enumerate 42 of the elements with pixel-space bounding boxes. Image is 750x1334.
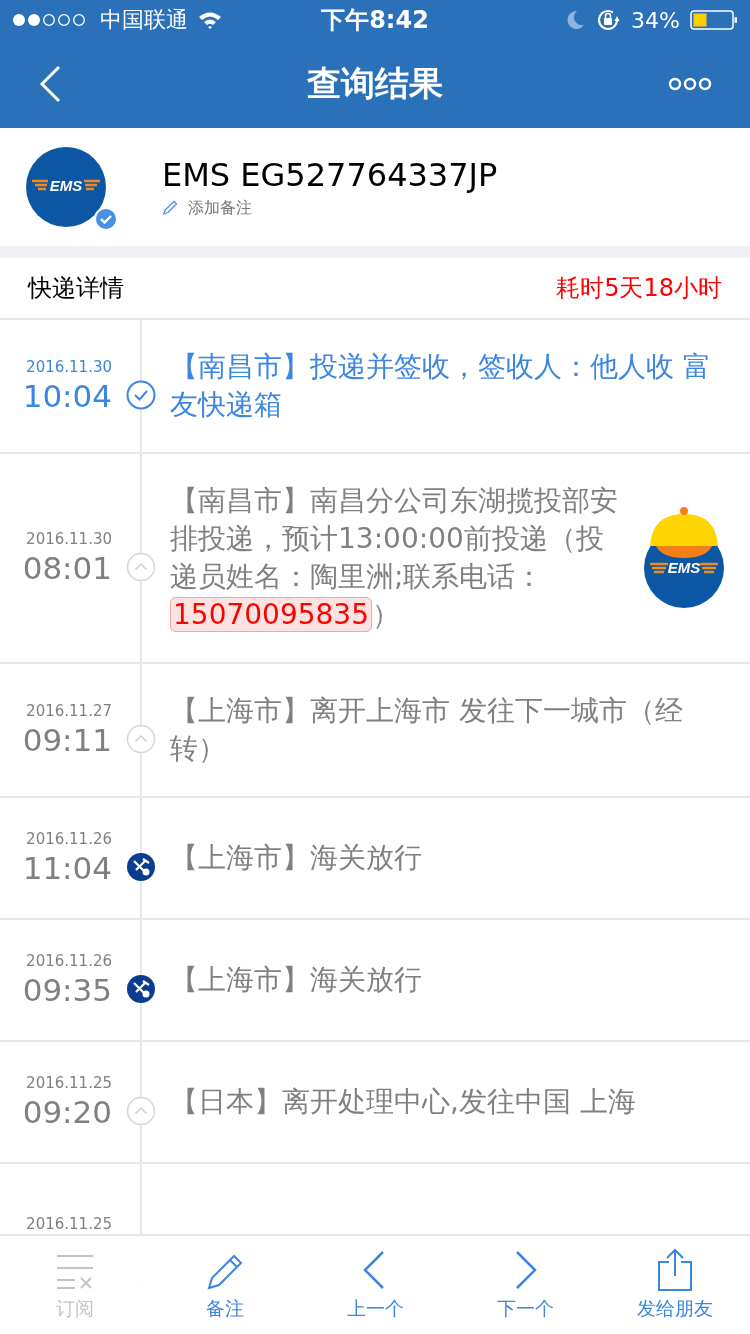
event-date: 2016.11.30: [26, 358, 112, 376]
battery-icon: [690, 10, 738, 30]
event-description: 【上海市】离开上海市 发往下一城市（经转）: [170, 693, 684, 767]
battery-percent: 34%: [631, 7, 680, 33]
event-time: 09:20: [22, 1094, 112, 1130]
page-title: 查询结果: [307, 62, 443, 105]
event-time: 09:11: [22, 722, 112, 758]
wifi-icon: [198, 11, 222, 29]
carrier-logo: EMS: [26, 147, 106, 227]
event-date: 2016.11.25: [26, 1074, 112, 1092]
share-icon: [655, 1248, 695, 1292]
event-description: 【上海市】海关放行: [170, 962, 423, 998]
prev-tab[interactable]: 上一个: [310, 1236, 440, 1334]
event-time: 08:01: [22, 550, 112, 586]
back-icon: [38, 65, 62, 103]
event-date: 2016.11.30: [26, 530, 112, 548]
event-date: 2016.11.26: [26, 830, 112, 848]
add-note-link[interactable]: 添加备注: [162, 197, 498, 219]
pencil-icon: [162, 200, 178, 216]
event-date: 2016.11.26: [26, 952, 112, 970]
event-time: 11:04: [22, 850, 112, 886]
share-tab[interactable]: 发给朋友: [610, 1236, 740, 1334]
event-date: 2016.11.27: [26, 702, 112, 720]
next-tab[interactable]: 下一个: [460, 1236, 590, 1334]
status-time: 下午8:42: [321, 5, 429, 36]
note-tab[interactable]: 备注: [160, 1236, 290, 1334]
rotation-lock-icon: [595, 7, 622, 33]
event-description: 【上海市】海关放行: [170, 840, 423, 876]
event-description: 【南昌市】南昌分公司东湖揽投部安排投递，预计13:00:00前投递（投递员姓名：陶里洲;联系电话： 15070095835）: [170, 483, 619, 634]
courier-mascot-drawing: EMS: [642, 506, 726, 610]
elapsed-time: 耗时5天18小时: [556, 273, 722, 304]
tracking-number: EMS EG527764337JP: [162, 155, 498, 194]
more-icon: [668, 77, 712, 91]
event-time: 09:35: [22, 972, 112, 1008]
carrier-name: 中国联通: [100, 6, 188, 34]
event-description: 【南昌市】投递并签收，签收人：他人收 富友快递箱: [170, 349, 712, 423]
moon-icon: [567, 10, 586, 30]
event-time: 10:04: [22, 378, 112, 414]
event-date: 2016.11.25: [26, 1215, 112, 1233]
section-title: 快递详情: [28, 273, 124, 304]
event-description: 【日本】离开处理中心,发往中国 上海: [170, 1084, 637, 1120]
phone-link[interactable]: 15070095835: [170, 597, 372, 632]
